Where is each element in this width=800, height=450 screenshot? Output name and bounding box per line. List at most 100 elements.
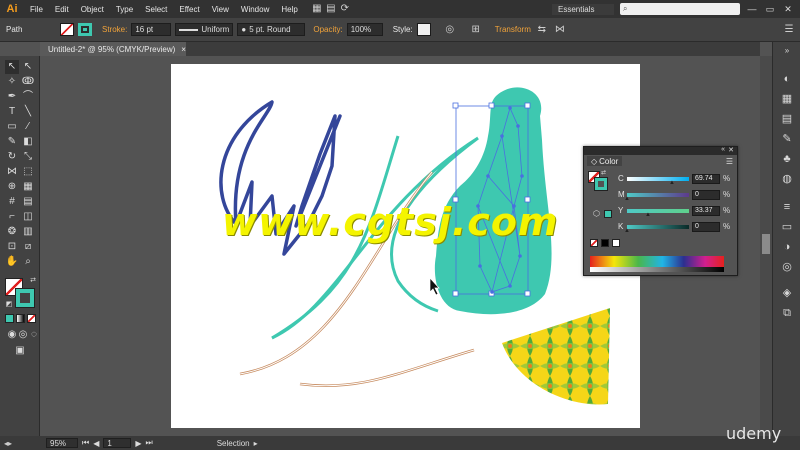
white-swatch[interactable] [612, 239, 620, 247]
pen-tool-icon[interactable]: ✒ [5, 90, 19, 104]
current-tool-status[interactable]: Selection [217, 439, 250, 448]
draw-inside-icon[interactable]: ◌ [27, 328, 41, 342]
transform-link[interactable]: Transform [495, 25, 531, 34]
stroke-swatch[interactable] [78, 23, 92, 36]
color-panel-icon[interactable]: ◐ [780, 72, 794, 86]
vertical-scrollbar[interactable] [760, 56, 772, 436]
web-safe-swatch[interactable] [604, 210, 612, 218]
black-slider-thumb[interactable]: ▲ [624, 228, 630, 234]
width-tool-icon[interactable]: ⋈ [5, 165, 19, 179]
symbol-sprayer-tool-icon[interactable]: ❂ [5, 225, 19, 239]
maximize-button[interactable]: ▭ [764, 4, 776, 15]
magic-wand-tool-icon[interactable]: ✧ [5, 75, 19, 89]
line-tool-icon[interactable]: ╲ [21, 105, 35, 119]
panel-swap-icon[interactable]: ⇄ [601, 169, 606, 176]
stroke-panel-icon[interactable]: ≡ [780, 200, 794, 214]
screen-mode-icon[interactable]: ▣ [13, 344, 27, 358]
collapse-panels-icon[interactable]: » [780, 44, 794, 58]
variable-width-profile[interactable]: Uniform [175, 23, 234, 36]
channel-row-black[interactable]: K ▲ 0 % [618, 221, 736, 234]
close-button[interactable]: ✕ [782, 4, 794, 15]
menu-edit[interactable]: Edit [49, 5, 75, 14]
gradient-mode-button[interactable] [16, 314, 25, 323]
panel-close-icon[interactable]: ✕ [728, 146, 734, 154]
menu-effect[interactable]: Effect [173, 5, 205, 14]
previous-artboard-icon[interactable]: ◀ [93, 439, 99, 448]
status-menu-icon[interactable]: ▸ [254, 439, 258, 448]
channel-row-yellow[interactable]: Y ▲ 33.37 % [618, 205, 736, 218]
color-panel[interactable]: « ✕ ◇ Color ☰ ⇄ ⬡ C ▲ 69.74 % M ▲ 0 % Y … [583, 146, 738, 276]
menu-select[interactable]: Select [139, 5, 173, 14]
selection-tool-icon[interactable]: ↖ [5, 60, 19, 74]
black-value-field[interactable]: 0 [692, 221, 720, 232]
color-panel-tab[interactable]: ◇ Color [587, 156, 623, 166]
blend-tool-icon[interactable]: ◫ [21, 210, 35, 224]
recolor-artwork-icon[interactable]: ◎ [443, 23, 457, 37]
column-graph-tool-icon[interactable]: ▥ [21, 225, 35, 239]
menu-help[interactable]: Help [275, 5, 303, 14]
menu-object[interactable]: Object [75, 5, 110, 14]
direct-selection-tool-icon[interactable]: ↖ [21, 60, 35, 74]
magenta-slider-thumb[interactable]: ▲ [624, 196, 630, 202]
menu-file[interactable]: File [24, 5, 49, 14]
close-tab-icon[interactable]: × [181, 45, 186, 54]
channel-row-cyan[interactable]: C ▲ 69.74 % [618, 173, 736, 186]
brush-definition[interactable]: ● 5 pt. Round [237, 23, 306, 36]
cyan-value-field[interactable]: 69.74 [692, 173, 720, 184]
rotate-tool-icon[interactable]: ↻ [5, 150, 19, 164]
opacity-label[interactable]: Opacity: [313, 25, 342, 34]
align-icon[interactable]: ⊞ [469, 23, 483, 37]
magenta-value-field[interactable]: 0 [692, 189, 720, 200]
color-panel-menu-icon[interactable]: ☰ [726, 157, 733, 166]
flip-icon[interactable]: ⇆ [535, 23, 549, 37]
fill-swatch[interactable] [60, 23, 74, 36]
cyan-slider-thumb[interactable]: ▲ [669, 180, 675, 186]
arrange-documents-icon[interactable]: ▤ [324, 2, 338, 16]
swap-fill-stroke-icon[interactable]: ⇄ [26, 274, 40, 288]
bridge-icon[interactable]: ▦ [310, 2, 324, 16]
minimize-button[interactable]: — [746, 4, 758, 14]
type-tool-icon[interactable]: T [5, 105, 19, 119]
stroke-label[interactable]: Stroke: [102, 25, 127, 34]
appearance-panel-icon[interactable]: ◎ [780, 260, 794, 274]
transparency-panel-icon[interactable]: ◑ [780, 240, 794, 254]
rectangle-tool-icon[interactable]: ▭ [5, 120, 19, 134]
yellow-slider[interactable]: ▲ [627, 208, 689, 218]
menu-view[interactable]: View [206, 5, 235, 14]
scale-tool-icon[interactable]: ⤡ [21, 150, 35, 164]
curvature-tool-icon[interactable]: ⌒ [21, 90, 35, 104]
artboards-panel-icon[interactable]: ⧉ [780, 306, 794, 320]
workspace-switcher[interactable]: Essentials [552, 3, 614, 15]
zoom-menu-icon[interactable]: ◂▸ [4, 439, 12, 448]
out-of-gamut-icon[interactable]: ⬡ [593, 209, 600, 218]
scrollbar-thumb[interactable] [762, 234, 770, 254]
yellow-value-field[interactable]: 33.37 [692, 205, 720, 216]
menu-window[interactable]: Window [235, 5, 275, 14]
symbols-icon[interactable]: ♣ [780, 152, 794, 166]
eraser-tool-icon[interactable]: ◧ [21, 135, 35, 149]
artboard-number-field[interactable]: 1 [103, 438, 132, 448]
sync-icon[interactable]: ⟳ [338, 2, 352, 16]
paintbrush-tool-icon[interactable]: ⁄ [21, 120, 35, 134]
pencil-tool-icon[interactable]: ✎ [5, 135, 19, 149]
brushes-icon[interactable]: ✎ [780, 132, 794, 146]
shape-builder-tool-icon[interactable]: ⊕ [5, 180, 19, 194]
black-swatch[interactable] [601, 239, 609, 247]
zoom-tool-icon[interactable]: ⌕ [21, 255, 35, 269]
menu-type[interactable]: Type [110, 5, 139, 14]
color-spectrum-bar[interactable] [590, 256, 724, 267]
zoom-level-field[interactable]: 95% [46, 438, 78, 448]
cyan-slider[interactable]: ▲ [627, 176, 689, 186]
slice-tool-icon[interactable]: ⧄ [21, 240, 35, 254]
stroke-weight-field[interactable]: 16 pt [131, 23, 172, 36]
graphic-style-swatch[interactable] [416, 23, 431, 36]
yellow-slider-thumb[interactable]: ▲ [645, 212, 651, 218]
swatches-icon[interactable]: ▤ [780, 112, 794, 126]
last-artboard-icon[interactable]: ⏭ [146, 438, 153, 448]
black-slider[interactable]: ▲ [624, 224, 689, 234]
none-swatch[interactable] [590, 239, 598, 247]
color-guide-icon[interactable]: ▦ [780, 92, 794, 106]
free-transform-tool-icon[interactable]: ⬚ [21, 165, 35, 179]
stroke-box[interactable] [15, 288, 35, 308]
panel-menu-icon[interactable]: ☰ [782, 23, 796, 37]
